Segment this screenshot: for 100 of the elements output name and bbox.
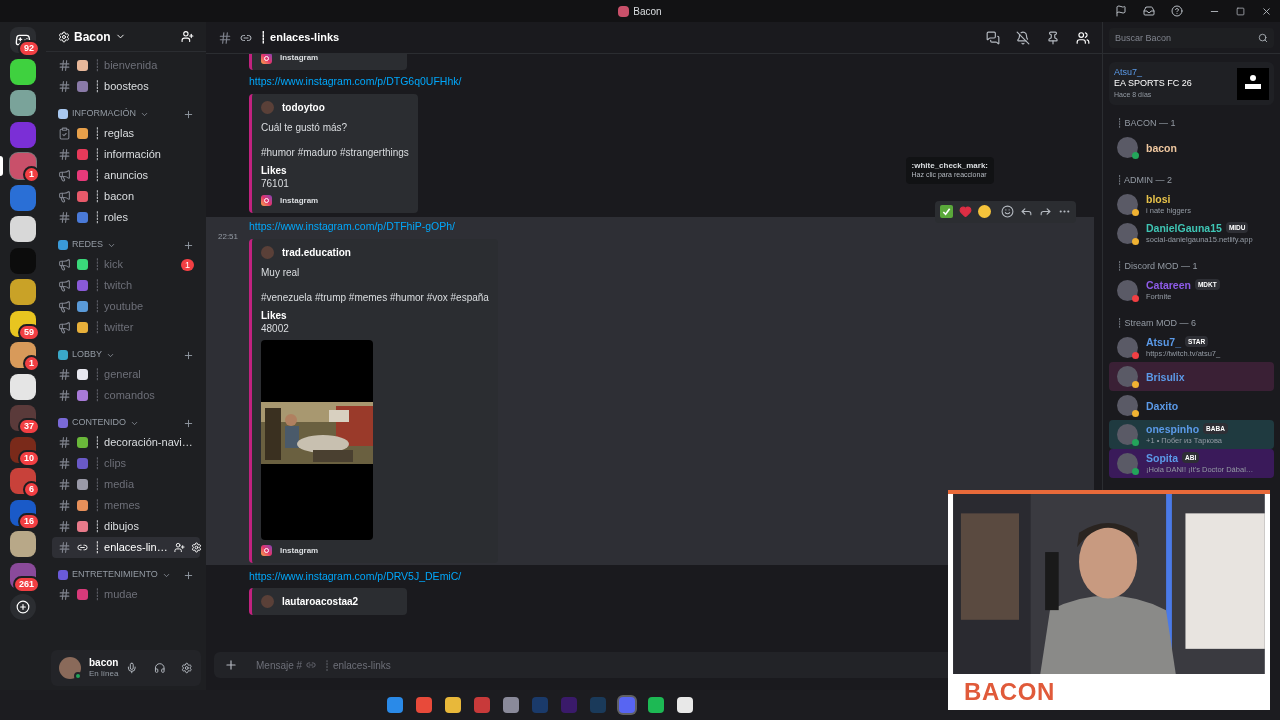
flag-icon[interactable] [1115, 5, 1127, 17]
add-channel-icon[interactable] [183, 417, 194, 429]
add-channel-icon[interactable] [183, 108, 194, 120]
hash-icon [58, 80, 71, 93]
message-link[interactable]: https://www.instagram.com/p/DTG6q0UFHhk/ [249, 74, 462, 90]
search-field[interactable]: Buscar Bacon [1109, 27, 1274, 48]
maximize-icon[interactable] [1236, 6, 1245, 16]
hash-icon [58, 478, 71, 491]
invite-icon[interactable] [181, 30, 194, 43]
help-icon[interactable] [1171, 5, 1183, 17]
taskbar-app-icon[interactable] [387, 697, 403, 713]
taskbar-app-icon[interactable] [503, 697, 519, 713]
author-avatar [261, 100, 274, 114]
link-icon [77, 542, 88, 553]
message-time: 22:51 [218, 231, 239, 241]
channel-item[interactable]: ┊ bacon [52, 186, 200, 207]
unread-badge: 1 [181, 258, 194, 271]
close-icon[interactable] [1261, 5, 1272, 17]
announcement-icon [58, 169, 71, 182]
message-link[interactable]: https://www.instagram.com/p/DRV5J_DEmiC/ [249, 568, 462, 585]
category-title[interactable]: LOBBY [72, 348, 102, 362]
category-title[interactable]: INFORMACIÓN [72, 107, 136, 121]
check-mark-reaction-icon[interactable] [940, 205, 953, 219]
microphone-icon[interactable] [126, 662, 138, 674]
announcement-icon [58, 300, 71, 313]
group-title: ┊ Discord MOD — 1 [1116, 260, 1199, 274]
member-avatar [1117, 137, 1138, 158]
rules-channel-icon [58, 127, 71, 140]
hash-icon [58, 211, 71, 224]
add-icon [16, 600, 30, 614]
announcement-icon [58, 258, 71, 271]
activity-user: Atsu7_ [1114, 67, 1144, 78]
member-item[interactable]: Daxito [1109, 391, 1274, 420]
channel-item[interactable]: ┊ decoración-navi… [52, 432, 200, 453]
embed-author[interactable]: todoytoo [282, 99, 325, 115]
group-title: ┊ BACON — 1 [1116, 117, 1177, 131]
attach-icon[interactable] [224, 658, 238, 672]
heart-reaction-icon[interactable] [959, 205, 972, 219]
app-icon [618, 5, 630, 17]
add-channel-icon[interactable] [183, 569, 194, 581]
server-name[interactable]: Bacon [74, 27, 111, 46]
settings-icon[interactable] [181, 662, 193, 674]
member-name: DanielGauna15 [1146, 221, 1222, 234]
hash-icon [58, 457, 71, 470]
embed-footer: Instagram [280, 544, 319, 557]
hash-icon [58, 520, 71, 533]
hash-icon [58, 499, 71, 512]
member-item[interactable]: bacon [1109, 133, 1274, 162]
category-title[interactable]: CONTENIDO [72, 416, 126, 430]
member-avatar [1117, 280, 1138, 301]
taskbar-app-icon[interactable] [416, 697, 432, 713]
hash-icon [58, 148, 71, 161]
link-icon [306, 660, 317, 670]
embed-tags: #venezuela #trump #memes #humor #vox #españa [261, 290, 489, 304]
members-icon[interactable] [1076, 30, 1090, 45]
field-value: 76101 [261, 176, 289, 190]
taskbar-app-icon[interactable] [677, 697, 693, 713]
hash-icon [58, 368, 71, 381]
add-server-button[interactable] [10, 594, 36, 620]
embed-author[interactable]: trad.education [282, 244, 351, 260]
taskbar-app-icon[interactable] [474, 697, 490, 713]
activity-game: EA SPORTS FC 26 [1114, 78, 1193, 89]
member-name: Atsu7_ [1146, 335, 1181, 348]
member-item[interactable]: Brisulix [1109, 362, 1274, 391]
search-icon [1258, 32, 1268, 43]
hash-icon [218, 30, 232, 45]
add-channel-icon[interactable] [183, 239, 194, 251]
add-channel-icon[interactable] [183, 349, 194, 361]
channel-item[interactable]: ┊ reglas [52, 123, 200, 144]
channel-item[interactable]: ┊ kick 1 [52, 254, 200, 275]
channel-item[interactable]: ┊ boosteos [52, 76, 200, 97]
hash-icon [58, 436, 71, 449]
user-avatar[interactable] [59, 657, 81, 679]
category-title[interactable]: REDES [72, 238, 103, 252]
headphones-icon[interactable] [153, 662, 166, 674]
channel-item[interactable]: ┊ enlaces-lin… [52, 537, 200, 558]
taskbar-app-icon[interactable] [648, 697, 664, 713]
invite-icon[interactable] [173, 542, 185, 553]
overlay-label: BACON [964, 677, 1055, 707]
add-reaction-icon[interactable] [1001, 205, 1014, 219]
member-avatar [1117, 366, 1138, 387]
channel-item[interactable]: ┊ información [52, 144, 200, 165]
embed-description: Muy real [261, 265, 300, 280]
instagram-icon [261, 195, 272, 207]
category-title[interactable]: ENTRETENIMIENTO [72, 568, 158, 582]
member-avatar [1117, 453, 1138, 474]
threads-icon[interactable] [986, 30, 1000, 45]
mute-bell-icon[interactable] [1016, 30, 1030, 45]
embed-author[interactable]: lautaroacostaa2 [282, 594, 359, 610]
user-status: En línea [89, 669, 119, 680]
channel-item[interactable]: ┊ dibujos [52, 516, 200, 537]
hash-icon [58, 389, 71, 402]
member-avatar [1117, 337, 1138, 358]
channel-item[interactable]: ┊ anuncios [52, 165, 200, 186]
member-avatar [1117, 194, 1138, 215]
channel-item[interactable]: ┊ roles [52, 207, 200, 228]
inbox-icon[interactable] [1143, 5, 1155, 17]
pin-icon[interactable] [1046, 30, 1060, 45]
taskbar-app-icon[interactable] [445, 697, 461, 713]
message-link[interactable]: https://www.instagram.com/p/DTFhiP-gOPh/ [249, 218, 498, 235]
